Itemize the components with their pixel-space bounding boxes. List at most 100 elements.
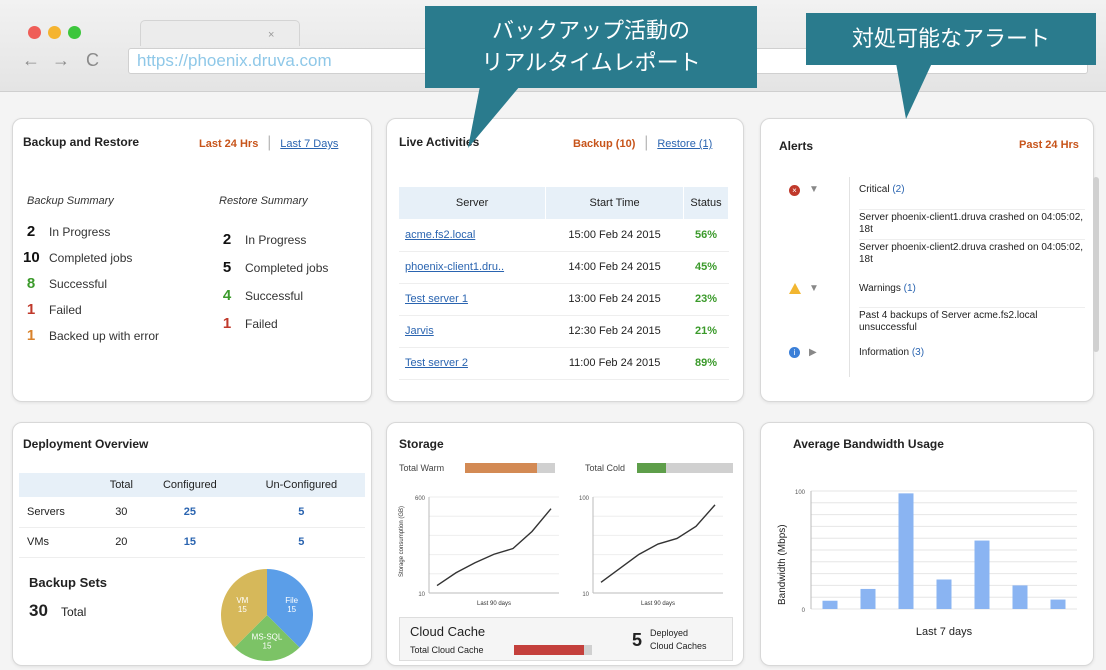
bar[interactable] xyxy=(860,588,876,609)
cloud-cache-bar xyxy=(514,645,592,655)
cloud-cache-title: Cloud Cache xyxy=(410,624,486,639)
browser-tab[interactable] xyxy=(140,20,300,46)
start-time-cell: 12:30 Feb 24 2015 xyxy=(545,315,684,348)
tab-last-7-days[interactable]: Last 7 Days xyxy=(280,138,338,150)
server-link[interactable]: phoenix-client1.dru.. xyxy=(399,251,546,284)
alert-information[interactable]: Information (3) xyxy=(859,347,924,358)
count-cell[interactable]: 5 xyxy=(237,497,365,528)
status-cell: 56% xyxy=(683,219,729,252)
restore-summary-heading: Restore Summary xyxy=(219,195,308,207)
restore-summary-label: Successful xyxy=(245,288,304,303)
maximize-window-dot[interactable] xyxy=(68,26,81,39)
forward-arrow-icon[interactable]: → xyxy=(52,50,70,71)
tab-restore[interactable]: Restore (1) xyxy=(657,138,712,150)
backup-sets-total-label: Total xyxy=(61,605,87,619)
backup-summary-count: 10 xyxy=(23,249,40,266)
backup-summary-item: 1 Failed xyxy=(23,301,82,318)
bar[interactable] xyxy=(936,579,952,610)
live-activities-table: Server Start Time Status acme.fs2.local 15:… xyxy=(399,187,729,380)
panel-title: Deployment Overview xyxy=(23,437,149,451)
live-activities-panel: Live Activities Backup (10) | Restore (1… xyxy=(386,118,744,402)
table-row: Test server 1 13:00 Feb 24 2015 23% xyxy=(399,283,729,316)
start-time-cell: 14:00 Feb 24 2015 xyxy=(545,251,684,284)
bar[interactable] xyxy=(1012,585,1028,609)
bandwidth-bar-chart: 100 0 Last 7 days Bandwidth (Mbps) xyxy=(777,490,1077,638)
server-link[interactable]: Test server 2 xyxy=(399,347,546,380)
close-window-dot[interactable] xyxy=(28,26,41,39)
alert-critical[interactable]: Critical (2) xyxy=(859,184,905,195)
count-cell[interactable]: 25 xyxy=(141,497,238,528)
backup-summary-count: 2 xyxy=(26,223,36,240)
storage-panel: Storage Total Warm Total Cold 600 10 Last … xyxy=(386,422,744,666)
column-header[interactable]: Status xyxy=(683,187,729,219)
count-cell: 20 xyxy=(100,527,142,558)
panel-title: Alerts xyxy=(779,139,814,153)
column-header: Un-Configured xyxy=(237,473,365,497)
cold-label: Total Cold xyxy=(585,463,626,473)
storage-line-charts: 600 10 Last 90 days 100 10 Last 90 days Storag… xyxy=(399,496,723,607)
pie-value: 15 xyxy=(287,605,296,614)
table-row: Jarvis 12:30 Feb 24 2015 21% xyxy=(399,315,729,348)
backup-restore-panel: Backup and Restore Last 24 Hrs | Last 7 … xyxy=(12,118,372,402)
backup-summary-count: 1 xyxy=(26,327,36,344)
warnings-expand-icon[interactable]: ▼ xyxy=(809,283,819,294)
bar[interactable] xyxy=(1050,599,1066,609)
alerts-range: Past 24 Hrs xyxy=(1019,139,1079,151)
bar[interactable] xyxy=(822,600,838,609)
y-tick-label: 0 xyxy=(802,608,806,614)
panel-title: Storage xyxy=(399,437,444,451)
pie-label: VM xyxy=(236,596,248,605)
callout-pointer-right xyxy=(896,63,932,119)
tab-close-icon[interactable]: × xyxy=(268,29,274,41)
backup-sets-total: 30 xyxy=(29,601,48,620)
start-time-cell: 11:00 Feb 24 2015 xyxy=(545,347,684,380)
count-cell[interactable]: 15 xyxy=(141,527,238,558)
callout-actionable-alerts: 対処可能なアラート xyxy=(806,13,1096,65)
reload-icon[interactable]: C xyxy=(86,50,99,71)
server-link[interactable]: acme.fs2.local xyxy=(399,219,546,252)
status-cell: 45% xyxy=(683,251,729,284)
tab-last-24-hrs[interactable]: Last 24 Hrs xyxy=(199,138,258,150)
alerts-panel: Alerts Past 24 Hrs × ▼ Critical (2) Serv… xyxy=(760,118,1099,402)
back-arrow-icon[interactable]: ← xyxy=(22,50,40,71)
deployment-table: Total Configured Un-Configured Servers 30 25… xyxy=(19,473,365,558)
backup-summary-label: Failed xyxy=(49,302,82,317)
pie-value: 15 xyxy=(238,605,247,614)
y-tick-label: 100 xyxy=(795,490,806,496)
cloud-cache-box: Cloud Cache Total Cloud Cache 5 Deployed… xyxy=(399,617,733,661)
server-link[interactable]: Test server 1 xyxy=(399,283,546,316)
column-header xyxy=(19,473,101,497)
restore-summary-label: Failed xyxy=(245,316,278,331)
count-cell[interactable]: 5 xyxy=(237,527,365,558)
backup-summary-label: Successful xyxy=(49,276,108,291)
x-axis-label: Last 7 days xyxy=(916,626,973,638)
row-label: Servers xyxy=(19,497,101,528)
table-row: Servers 30 25 5 xyxy=(19,497,365,528)
column-header[interactable]: Server xyxy=(399,187,547,219)
alert-warnings[interactable]: Warnings (1) xyxy=(859,283,916,294)
status-cell: 89% xyxy=(683,347,729,380)
bar[interactable] xyxy=(974,540,990,609)
critical-expand-icon[interactable]: ▼ xyxy=(809,184,819,195)
pie-label: MS-SQL xyxy=(252,633,283,642)
backup-summary-item: 8 Successful xyxy=(23,275,107,292)
column-header: Configured xyxy=(141,473,238,497)
warm-label: Total Warm xyxy=(399,463,445,473)
backup-summary-label: Completed jobs xyxy=(49,250,133,265)
critical-item: Server phoenix-client2.druva crashed on … xyxy=(859,239,1085,266)
start-time-cell: 15:00 Feb 24 2015 xyxy=(545,219,684,252)
y-tick-label: 10 xyxy=(418,592,425,598)
bandwidth-panel: Average Bandwidth Usage 100 0 Last 7 days B… xyxy=(760,422,1094,666)
start-time-cell: 13:00 Feb 24 2015 xyxy=(545,283,684,316)
restore-summary-label: In Progress xyxy=(245,232,307,247)
bar[interactable] xyxy=(898,493,914,609)
server-link[interactable]: Jarvis xyxy=(399,315,546,348)
backup-summary-label: Backed up with error xyxy=(49,328,160,343)
column-header[interactable]: Start Time xyxy=(545,187,685,219)
tab-backup[interactable]: Backup (10) xyxy=(573,138,635,150)
info-expand-icon[interactable]: ▶ xyxy=(809,347,817,358)
y-axis-label: Storage consumption (GB) xyxy=(399,506,405,577)
y-tick-label: 10 xyxy=(582,592,589,598)
minimize-window-dot[interactable] xyxy=(48,26,61,39)
alerts-scrollbar[interactable] xyxy=(1093,177,1099,352)
